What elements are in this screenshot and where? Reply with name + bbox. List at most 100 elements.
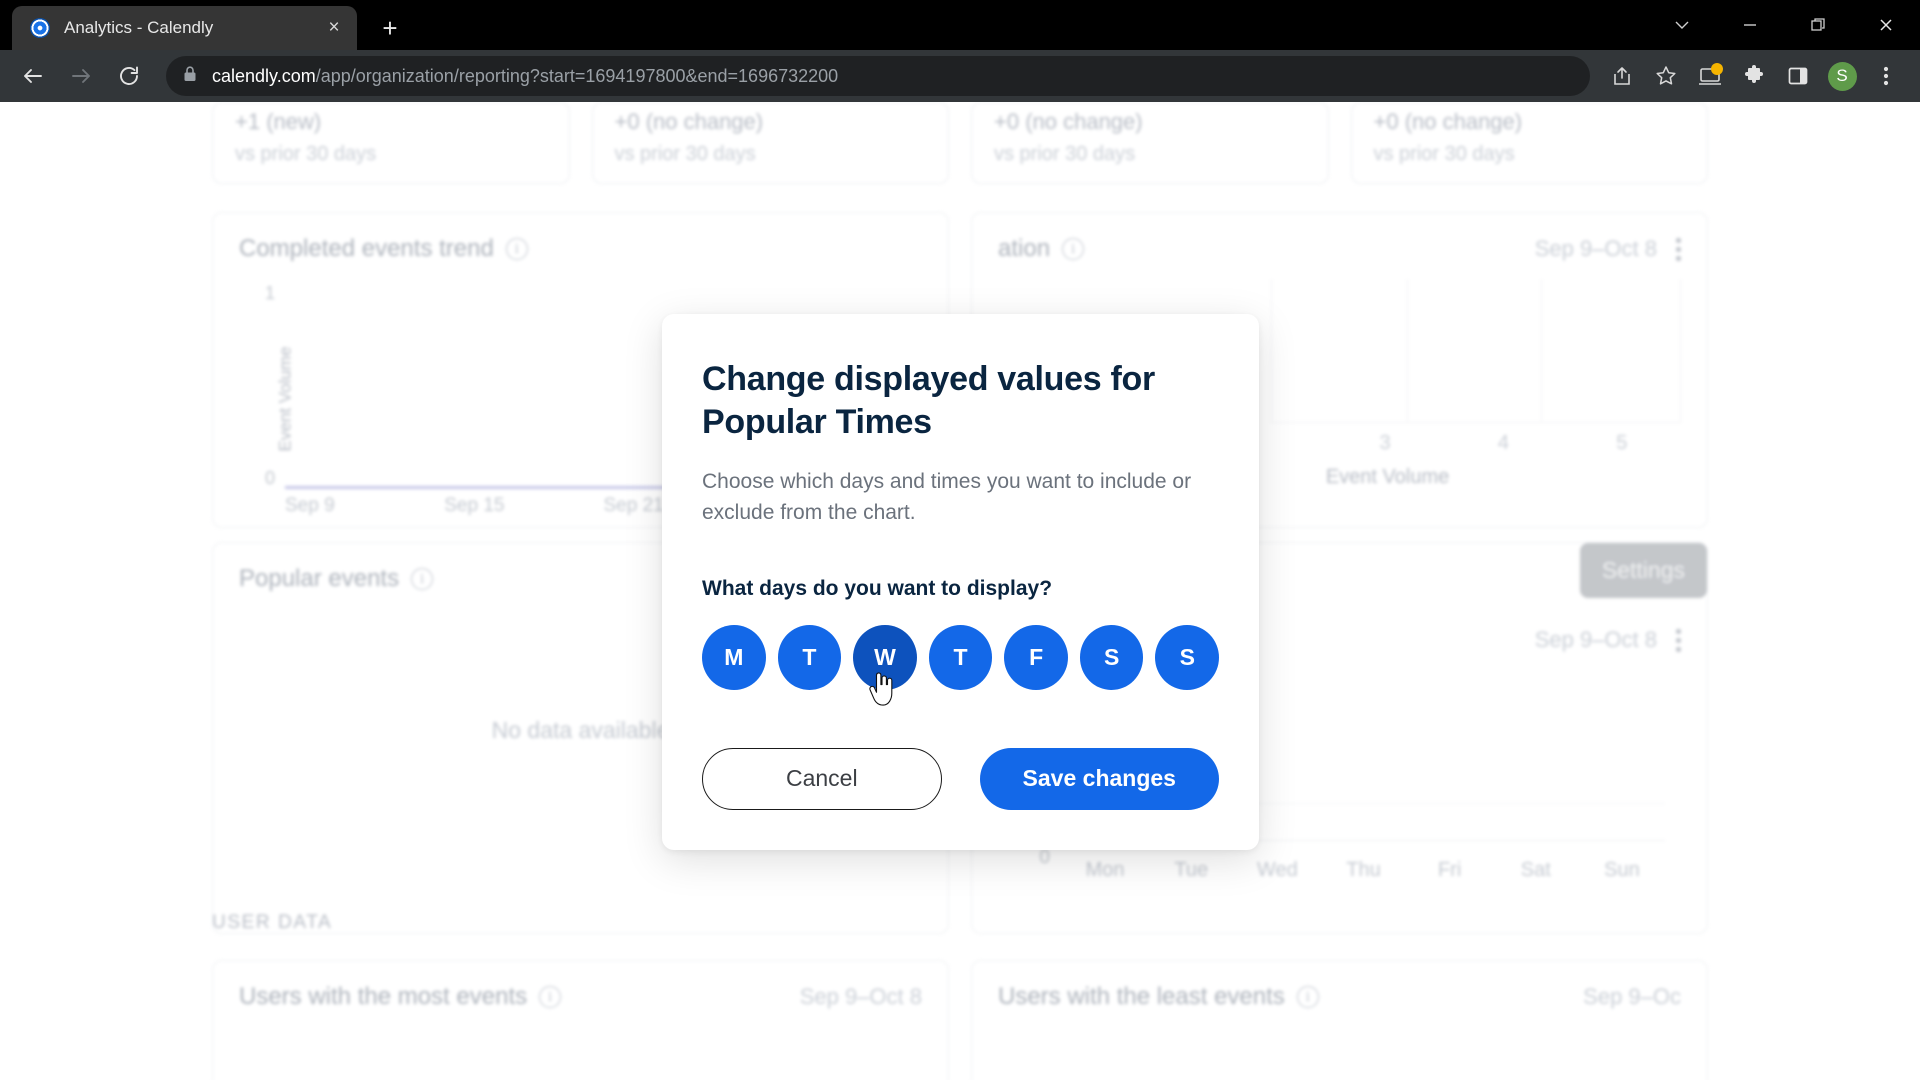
x-tick: Thu <box>1346 859 1381 881</box>
panel-header: Completed events trend i <box>213 213 948 263</box>
day-toggle-saturday[interactable]: S <box>1079 624 1144 690</box>
cancel-button[interactable]: Cancel <box>702 747 942 810</box>
kpi-card: +1 (new) vs prior 30 days <box>212 102 570 184</box>
side-panel-icon[interactable] <box>1776 54 1820 98</box>
day-toggle-tuesday[interactable]: T <box>777 624 842 690</box>
kpi-delta: +1 (new) <box>235 109 322 134</box>
kpi-comparison: vs prior 30 days <box>235 143 377 165</box>
panel-date-range: Sep 9–Oct 8 <box>1534 627 1657 652</box>
popular-times-settings-button[interactable]: Settings <box>1579 543 1707 598</box>
kpi-comparison: vs prior 30 days <box>1373 143 1515 165</box>
distribution-gridlines <box>1271 279 1681 423</box>
chevron-down-icon[interactable] <box>1648 0 1716 50</box>
kpi-cards-row: +1 (new) vs prior 30 days +0 (no change)… <box>0 102 1920 184</box>
profile-avatar[interactable]: S <box>1820 54 1864 98</box>
day-toggle-thursday[interactable]: T <box>928 624 993 690</box>
x-tick: 4 <box>1497 432 1509 454</box>
day-toggle-wednesday[interactable]: W <box>853 624 917 690</box>
info-icon[interactable]: i <box>411 568 434 590</box>
kpi-card: +0 (no change) vs prior 30 days <box>591 102 949 184</box>
info-icon[interactable]: i <box>539 986 562 1008</box>
modal-actions: Cancel Save changes <box>702 747 1219 810</box>
maximize-icon[interactable] <box>1784 0 1852 50</box>
kpi-card: +0 (no change) vs prior 30 days <box>971 102 1329 184</box>
x-tick: Mon <box>1085 859 1125 881</box>
address-bar[interactable]: calendly.com/app/organization/reporting?… <box>166 56 1590 96</box>
panel-title: Users with the least events <box>998 983 1285 1010</box>
cast-badge <box>1711 63 1723 75</box>
day-toggle-sunday[interactable]: S <box>1155 624 1220 690</box>
kebab-menu-icon[interactable] <box>1675 237 1681 261</box>
browser-tab[interactable]: Analytics - Calendly × <box>12 6 357 50</box>
avatar-initial: S <box>1827 61 1857 91</box>
x-tick: Sep 9 <box>285 495 335 516</box>
modal-title: Change displayed values for Popular Time… <box>702 360 1155 441</box>
url-host: calendly.com <box>212 65 316 86</box>
kpi-delta: +0 (no change) <box>614 109 764 134</box>
x-tick: Fri <box>1437 859 1462 881</box>
x-tick: Sun <box>1604 859 1640 881</box>
day-toggle-monday[interactable]: M <box>702 624 766 690</box>
panel-date-range: Sep 9–Oct 8 <box>799 984 922 1009</box>
y-tick: 0 <box>265 468 276 488</box>
change-displayed-values-modal: Change displayed values for Popular Time… <box>662 314 1259 850</box>
info-icon[interactable]: i <box>505 238 528 260</box>
new-tab-button[interactable]: + <box>373 11 407 45</box>
users-most-events-panel: Users with the most events i Sep 9–Oct 8 <box>212 960 949 1080</box>
cast-icon[interactable] <box>1688 54 1732 98</box>
y-tick: 1 <box>265 283 276 303</box>
kpi-card: +0 (no change) vs prior 30 days <box>1350 102 1708 184</box>
x-tick: Sat <box>1520 859 1551 881</box>
users-least-events-panel: Users with the least events i Sep 9–Oc <box>971 960 1708 1080</box>
page-viewport: +1 (new) vs prior 30 days +0 (no change)… <box>0 102 1920 1080</box>
distribution-x-label: Event Volume <box>1325 466 1450 488</box>
kpi-comparison: vs prior 30 days <box>614 143 756 165</box>
panel-title: Completed events trend <box>239 235 494 262</box>
bookmark-star-icon[interactable] <box>1644 54 1688 98</box>
toolbar-icons: S <box>1600 54 1908 98</box>
save-changes-button[interactable]: Save changes <box>979 747 1219 810</box>
x-tick: Sep 15 <box>444 495 505 516</box>
kebab-menu-icon[interactable] <box>1675 628 1681 652</box>
panel-date-range: Sep 9–Oct 8 <box>1534 236 1657 261</box>
x-tick: Tue <box>1174 859 1209 881</box>
user-data-row: Users with the most events i Sep 9–Oct 8… <box>212 960 1708 1080</box>
back-icon[interactable] <box>12 55 54 97</box>
more-menu-icon[interactable] <box>1864 54 1908 98</box>
close-window-icon[interactable] <box>1852 0 1920 50</box>
day-toggle-group: M T W T F S S <box>702 624 1220 690</box>
x-tick: Wed <box>1256 859 1298 881</box>
url-path: /app/organization/reporting?start=169419… <box>315 65 839 86</box>
kpi-delta: +0 (no change) <box>994 109 1143 134</box>
days-question-label: What days do you want to display? <box>702 576 1053 600</box>
kpi-comparison: vs prior 30 days <box>994 143 1136 165</box>
share-icon[interactable] <box>1600 54 1644 98</box>
panel-title: Popular events <box>239 565 400 592</box>
tab-title: Analytics - Calendly <box>64 18 214 37</box>
extensions-puzzle-icon[interactable] <box>1732 54 1776 98</box>
lock-icon <box>182 65 198 88</box>
y-tick: 0 <box>1039 847 1050 868</box>
x-tick: 3 <box>1379 432 1391 454</box>
browser-titlebar: Analytics - Calendly × + <box>0 0 1920 50</box>
info-icon[interactable]: i <box>1296 986 1319 1008</box>
close-icon[interactable]: × <box>321 15 347 41</box>
panel-date-range: Sep 9–Oc <box>1583 984 1681 1009</box>
calendly-logo-icon <box>30 18 50 38</box>
minimize-icon[interactable] <box>1716 0 1784 50</box>
panel-header: Users with the most events i Sep 9–Oct 8 <box>213 961 948 1011</box>
forward-icon[interactable] <box>60 55 102 97</box>
info-icon[interactable]: i <box>1062 238 1085 260</box>
panel-header: ation i Sep 9–Oct 8 <box>972 213 1707 263</box>
panel-header: Users with the least events i Sep 9–Oc <box>972 961 1707 1011</box>
chart-x-ticks: Mon Tue Wed Thu Fri Sat Sun <box>1062 859 1665 882</box>
panel-title: ation <box>998 235 1051 262</box>
window-controls <box>1648 0 1920 50</box>
modal-description: Choose which days and times you want to … <box>702 469 1192 525</box>
panel-title: Users with the most events <box>239 983 528 1010</box>
reload-icon[interactable] <box>108 55 150 97</box>
kpi-delta: +0 (no change) <box>1373 109 1523 134</box>
day-toggle-friday[interactable]: F <box>1004 624 1068 690</box>
browser-window: Analytics - Calendly × + calendly.com/ap… <box>0 0 1920 1080</box>
browser-toolbar: calendly.com/app/organization/reporting?… <box>0 50 1920 102</box>
